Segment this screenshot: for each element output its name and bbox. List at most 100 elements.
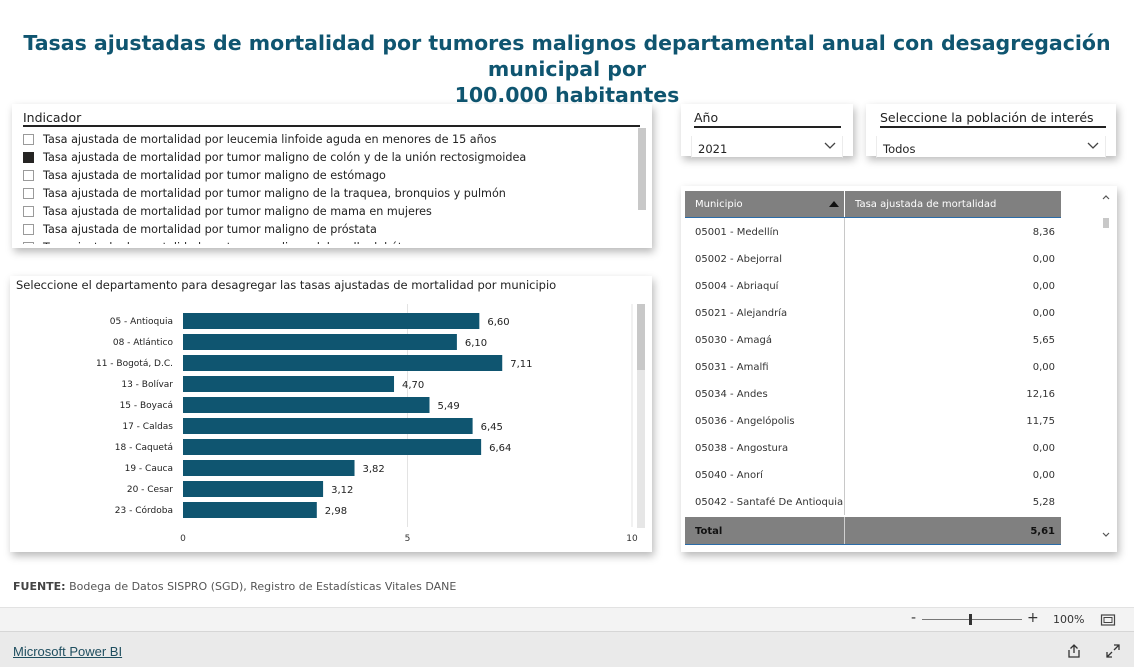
bar[interactable] [183,313,480,329]
cell-municipio: 05038 - Angostura [685,434,845,461]
bar[interactable] [183,376,395,392]
cell-tasa: 0,00 [1032,443,1055,454]
zoom-level: 100% [1053,613,1085,626]
cell-tasa: 0,00 [1032,362,1055,373]
table-total-row: Total 5,61 [685,517,1061,545]
population-slicer: Seleccione la población de interés Todos [866,104,1116,158]
indicator-option[interactable]: Tasa ajustada de mortalidad por tumor ma… [23,238,635,244]
power-bi-link[interactable]: Microsoft Power BI [13,644,122,659]
source-label: FUENTE: [13,580,66,593]
indicator-option[interactable]: Tasa ajustada de mortalidad por tumor ma… [23,202,635,220]
zoom-slider-track[interactable] [922,619,1022,620]
column-header-municipio[interactable]: Municipio [685,191,845,217]
checkbox-icon[interactable] [23,223,34,235]
zoom-out-button[interactable]: - [911,610,916,626]
population-slicer-title: Seleccione la población de interés [880,110,1094,125]
bar-chart-plot: 0 5 10 05 - Antioquia 6,60 08 - Atlántico 6,10… [96,304,638,544]
indicator-option[interactable]: Tasa ajustada de mortalidad por tumor ma… [23,184,635,202]
table-row[interactable]: 05042 - Santafé De Antioquia 5,28 [685,488,1061,515]
table-row[interactable]: 05040 - Anorí 0,00 [685,461,1061,488]
category-label: 08 - Atlántico [113,338,174,348]
total-value: 5,61 [1030,526,1055,537]
cell-municipio: 05036 - Angelópolis [685,407,845,434]
table-row[interactable]: 05034 - Andes 12,16 [685,380,1061,407]
table-body: 05001 - Medellín 8,36 05002 - Abejorral 0,0… [685,218,1061,515]
scroll-up-icon[interactable] [1102,194,1110,200]
category-label: 19 - Cauca [125,464,173,474]
column-header-label: Municipio [695,199,743,210]
bar[interactable] [183,481,324,497]
data-label: 6,64 [489,443,511,454]
indicator-option[interactable]: Tasa ajustada de mortalidad por tumor ma… [23,220,635,238]
category-label: 23 - Córdoba [115,505,173,516]
indicator-scrollbar[interactable] [638,128,646,210]
cell-tasa: 0,00 [1032,470,1055,481]
footer-bar: Microsoft Power BI [0,631,1134,667]
indicator-option-label: Tasa ajustada de mortalidad por tumor ma… [43,222,377,236]
chart-scrollbar[interactable] [637,304,645,528]
total-label: Total [685,517,845,544]
zoom-slider-thumb[interactable] [969,614,972,625]
chart-scroll-thumb[interactable] [637,304,645,370]
indicator-option[interactable]: Tasa ajustada de mortalidad por tumor ma… [23,166,635,184]
cell-tasa: 0,00 [1032,308,1055,319]
zoom-in-button[interactable]: + [1027,610,1039,626]
table-scroll-thumb[interactable] [1103,218,1109,228]
municipality-table: Municipio Tasa ajustada de mortalidad 05… [681,186,1117,552]
bar[interactable] [183,334,457,350]
bar[interactable] [183,397,430,413]
indicator-option[interactable]: Tasa ajustada de mortalidad por tumor ma… [23,148,635,166]
indicator-slicer-title: Indicador [23,110,82,125]
table-row[interactable]: 05038 - Angostura 0,00 [685,434,1061,461]
bar[interactable] [183,418,473,434]
share-icon[interactable] [1066,643,1082,659]
table-row[interactable]: 05001 - Medellín 8,36 [685,218,1061,245]
year-dropdown[interactable]: 2021 [691,136,843,158]
checkbox-icon[interactable] [23,151,34,163]
bar[interactable] [183,439,482,455]
table-row[interactable]: 05030 - Amagá 5,65 [685,326,1061,353]
bar[interactable] [183,355,503,371]
table-header: Municipio Tasa ajustada de mortalidad [685,191,1061,218]
fullscreen-icon[interactable] [1105,643,1121,659]
column-header-tasa[interactable]: Tasa ajustada de mortalidad [845,191,1061,217]
sort-ascending-icon[interactable] [829,201,839,207]
indicator-option-label: Tasa ajustada de mortalidad por tumor ma… [43,241,420,245]
year-slicer-title: Año [694,110,719,125]
cell-tasa: 11,75 [1026,416,1055,427]
title-line-1: Tasas ajustadas de mortalidad por tumore… [23,31,1111,81]
table-scrollbar[interactable] [1101,192,1111,547]
indicator-option-label: Tasa ajustada de mortalidad por tumor ma… [43,168,386,182]
category-label: 13 - Bolívar [121,380,173,390]
fit-to-page-icon[interactable] [1100,613,1116,627]
category-label: 15 - Boyacá [120,401,173,411]
cell-tasa: 8,36 [1032,227,1055,238]
table-row[interactable]: 05021 - Alejandría 0,00 [685,299,1061,326]
cell-municipio: 05034 - Andes [685,380,845,407]
scroll-down-icon[interactable] [1102,532,1110,538]
bar[interactable] [183,460,355,476]
indicator-option-label: Tasa ajustada de mortalidad por tumor ma… [43,204,432,218]
year-dropdown-value: 2021 [698,142,728,156]
bar[interactable] [183,502,317,518]
table-grid: Municipio Tasa ajustada de mortalidad 05… [685,191,1061,545]
checkbox-icon[interactable] [23,241,34,244]
table-row[interactable]: 05036 - Angelópolis 11,75 [685,407,1061,434]
data-label: 6,10 [465,338,487,349]
data-label: 2,98 [325,506,347,517]
table-row[interactable]: 05004 - Abriaquí 0,00 [685,272,1061,299]
table-row[interactable]: 05002 - Abejorral 0,00 [685,245,1061,272]
checkbox-icon[interactable] [23,187,34,199]
cell-municipio: 05031 - Amalfi [685,353,845,380]
indicator-scroll-thumb[interactable] [638,128,646,210]
population-dropdown[interactable]: Todos [876,136,1106,158]
checkbox-icon[interactable] [23,169,34,181]
category-label: 20 - Cesar [127,485,173,495]
indicator-option[interactable]: Tasa ajustada de mortalidad por leucemia… [23,130,635,148]
checkbox-icon[interactable] [23,205,34,217]
cell-municipio: 05002 - Abejorral [685,245,845,272]
cell-tasa: 0,00 [1032,254,1055,265]
population-dropdown-value: Todos [883,142,916,156]
table-row[interactable]: 05031 - Amalfi 0,00 [685,353,1061,380]
checkbox-icon[interactable] [23,133,34,145]
